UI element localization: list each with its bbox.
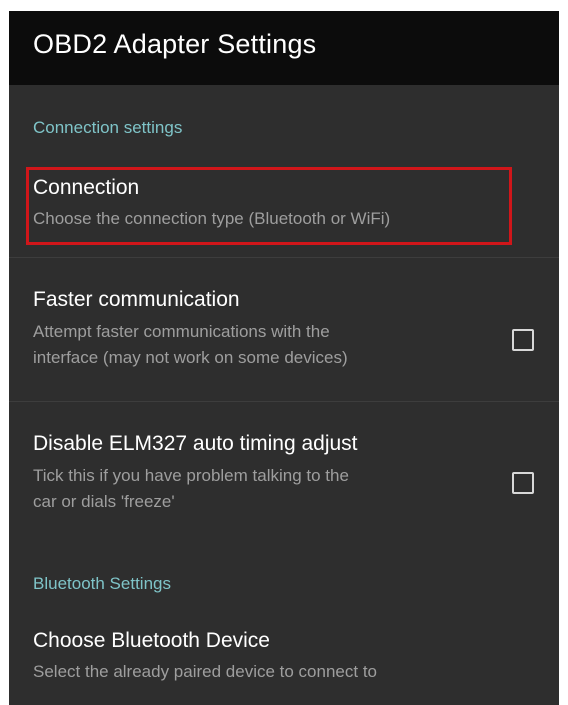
faster-communication-summary-line1: Attempt faster communications with the (33, 322, 330, 341)
choose-bluetooth-device-summary: Select the already paired device to conn… (33, 662, 377, 681)
section-header-bluetooth: Bluetooth Settings (33, 574, 171, 593)
disable-auto-timing-preference[interactable]: Disable ELM327 auto timing adjust Tick t… (9, 402, 559, 545)
app-bar: OBD2 Adapter Settings (9, 11, 559, 85)
disable-auto-timing-checkbox[interactable] (512, 472, 534, 494)
disable-auto-timing-title: Disable ELM327 auto timing adjust (33, 432, 358, 455)
disable-auto-timing-summary-line1: Tick this if you have problem talking to… (33, 466, 349, 485)
faster-communication-title: Faster communication (33, 288, 240, 311)
section-header-connection: Connection settings (33, 118, 183, 137)
settings-screen: OBD2 Adapter Settings Connection setting… (9, 11, 559, 705)
choose-bluetooth-device-preference[interactable]: Choose Bluetooth Device Select the alrea… (9, 616, 559, 705)
disable-auto-timing-summary-line2: car or dials 'freeze' (33, 492, 175, 511)
choose-bluetooth-device-title: Choose Bluetooth Device (33, 629, 270, 652)
faster-communication-preference[interactable]: Faster communication Attempt faster comm… (9, 258, 559, 401)
faster-communication-checkbox[interactable] (512, 329, 534, 351)
highlight-box (26, 167, 512, 245)
faster-communication-summary-line2: interface (may not work on some devices) (33, 348, 348, 367)
page-title: OBD2 Adapter Settings (33, 29, 317, 59)
